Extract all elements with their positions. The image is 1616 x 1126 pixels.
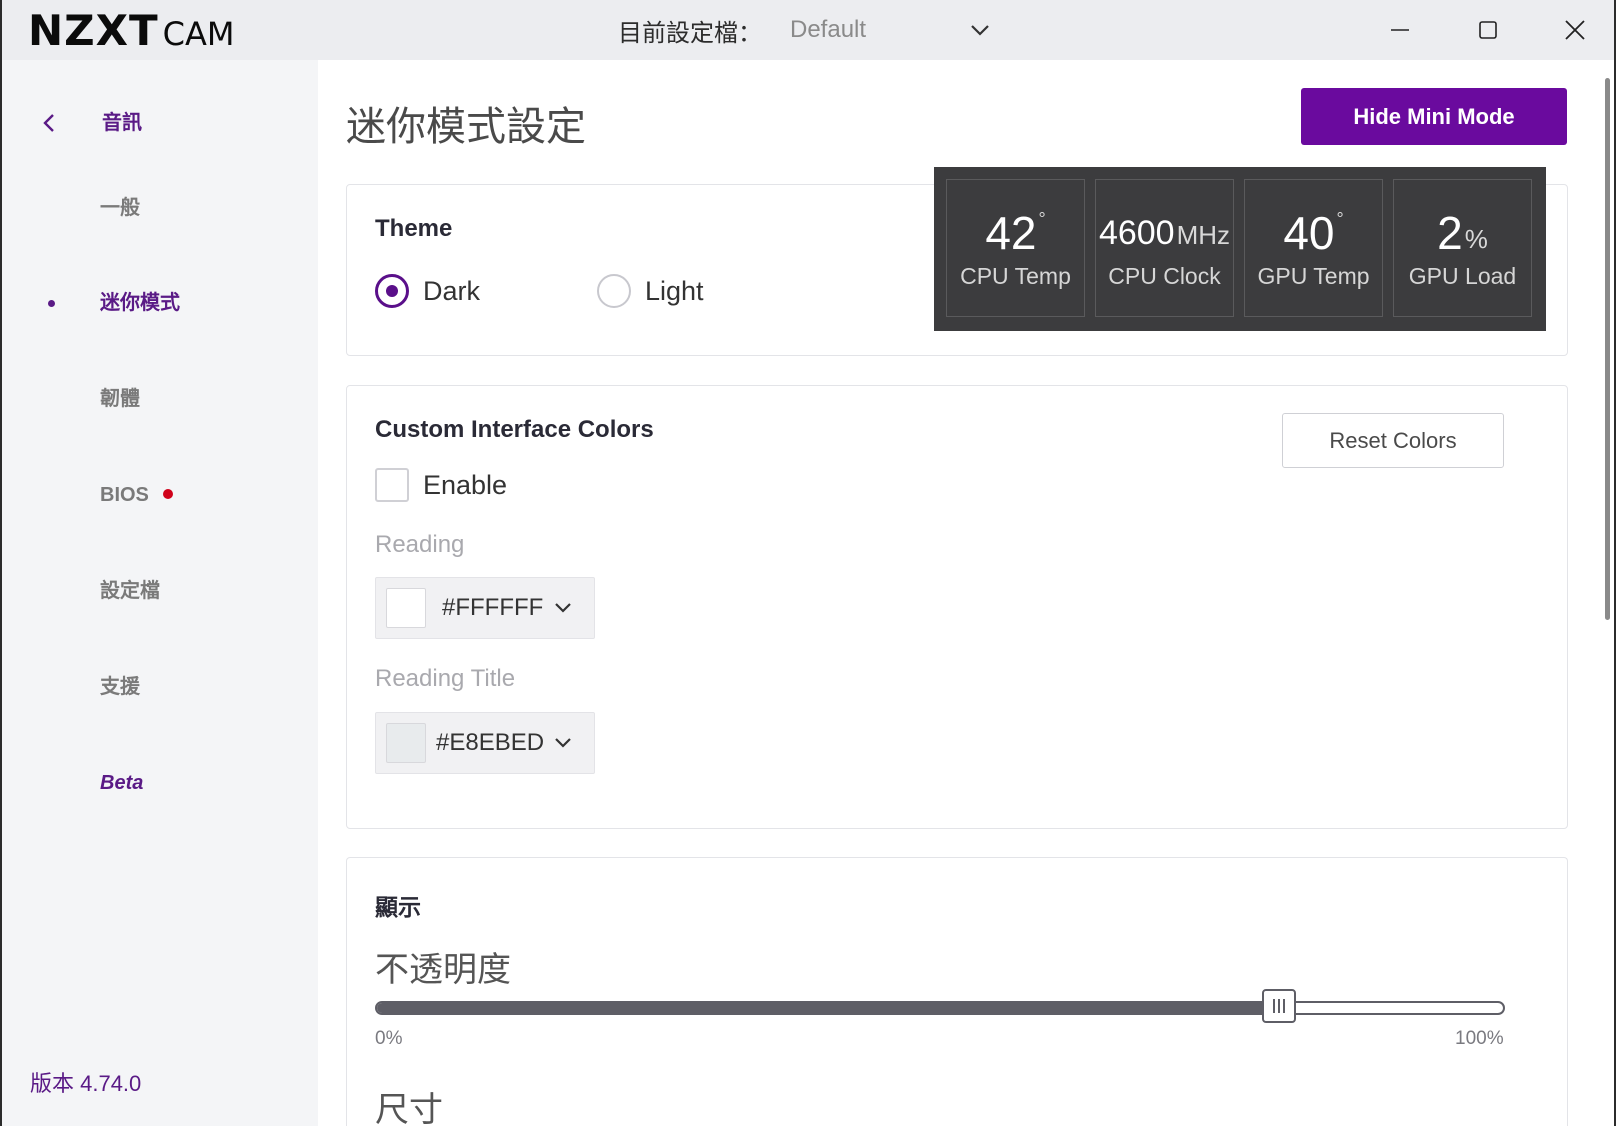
sidebar: 音訊 一般 迷你模式 韌體 BIOS 設定檔 支援 Beta 版本 4.74.0 [2, 60, 318, 1126]
reset-colors-button[interactable]: Reset Colors [1282, 413, 1504, 468]
chevron-down-icon [555, 603, 571, 613]
app-window: NZXT CAM 目前設定檔： Default 音訊 一般 迷你模式 韌體 BI… [0, 0, 1616, 1126]
theme-dark-radio[interactable]: Dark [375, 274, 480, 308]
color-swatch [386, 723, 426, 763]
sidebar-item-label: 一般 [100, 197, 140, 219]
tile-label: CPU Temp [960, 262, 1071, 289]
theme-light-radio[interactable]: Light [597, 274, 704, 308]
sidebar-item-beta[interactable]: Beta [100, 768, 143, 798]
enable-checkbox-row[interactable]: Enable [375, 468, 507, 502]
radio-unselected [597, 274, 631, 308]
tile-value: 40 [1283, 206, 1335, 259]
profile-label: 目前設定檔： [618, 19, 762, 47]
enable-label: Enable [423, 469, 508, 500]
tile-label: CPU Clock [1108, 262, 1221, 289]
tile-unit: % [1464, 223, 1488, 254]
sidebar-item-label: 支援 [100, 676, 140, 698]
back-button[interactable]: 音訊 [42, 108, 142, 138]
title-bar: NZXT CAM 目前設定檔： Default [2, 0, 1614, 60]
hide-mini-mode-button[interactable]: Hide Mini Mode [1301, 88, 1567, 145]
reading-label: Reading [375, 531, 465, 558]
gpu-temp-tile: 40 ° GPU Temp [1244, 179, 1383, 317]
cpu-clock-tile: 4600 MHz CPU Clock [1095, 179, 1234, 317]
sidebar-item-bios[interactable]: BIOS [100, 480, 173, 510]
profile-value: Default [790, 16, 867, 43]
opacity-min-label: 0% [375, 1028, 403, 1049]
color-swatch [386, 588, 426, 628]
close-icon [1565, 20, 1585, 40]
scrollbar-thumb[interactable] [1605, 78, 1610, 620]
color-hex-value: #FFFFFF [442, 594, 544, 621]
minimize-button[interactable] [1380, 10, 1420, 50]
active-indicator [48, 300, 55, 307]
tile-value: 2 [1437, 206, 1463, 259]
theme-light-label: Light [645, 275, 704, 306]
notification-badge [162, 489, 173, 499]
close-button[interactable] [1555, 10, 1595, 50]
reading-title-label: Reading Title [375, 665, 516, 692]
maximize-icon [1479, 21, 1497, 39]
theme-dark-label: Dark [423, 275, 481, 306]
sidebar-item-firmware[interactable]: 韌體 [100, 384, 140, 414]
sidebar-item-mini-mode[interactable]: 迷你模式 [100, 288, 180, 318]
tile-unit: ° [1336, 208, 1344, 229]
sidebar-item-label: BIOS [100, 484, 149, 506]
enable-checkbox[interactable] [375, 468, 409, 502]
tile-unit: ° [1038, 208, 1046, 229]
opacity-slider-track[interactable] [375, 1001, 1505, 1015]
tile-value: 4600 [1098, 213, 1175, 252]
size-label: 尺寸 [375, 1091, 443, 1126]
sidebar-item-general[interactable]: 一般 [100, 193, 140, 223]
sidebar-item-label: 設定檔 [100, 580, 160, 602]
color-hex-value: #E8EBED [436, 729, 545, 756]
custom-colors-heading: Custom Interface Colors [375, 416, 654, 443]
radio-selected [375, 274, 409, 308]
reading-title-color-select[interactable]: #E8EBED [375, 712, 595, 774]
back-label: 音訊 [102, 112, 142, 134]
profile-selector: 目前設定檔： Default [618, 12, 990, 48]
opacity-label: 不透明度 [375, 951, 511, 989]
main-content: 迷你模式設定 Hide Mini Mode Theme Dark Light 4… [318, 60, 1602, 1126]
theme-heading: Theme [375, 215, 453, 242]
logo-sub-text: CAM [162, 15, 235, 53]
version-label: 版本 4.74.0 [30, 1071, 142, 1096]
tile-value: 42 [985, 206, 1037, 259]
page-title: 迷你模式設定 [346, 105, 586, 149]
display-heading: 顯示 [375, 894, 421, 920]
maximize-button[interactable] [1468, 10, 1508, 50]
chevron-down-icon [555, 738, 571, 748]
sidebar-item-support[interactable]: 支援 [100, 672, 140, 702]
gpu-load-tile: 2% GPU Load [1393, 179, 1532, 317]
opacity-slider-fill [377, 1003, 1278, 1013]
chevron-down-icon [970, 24, 990, 36]
sidebar-item-label: 迷你模式 [100, 292, 180, 314]
custom-colors-card: Custom Interface Colors Reset Colors Ena… [346, 385, 1568, 829]
profile-dropdown[interactable]: Default [790, 16, 990, 44]
nzxt-cam-logo: NZXT CAM [28, 6, 235, 55]
tile-label: GPU Temp [1257, 262, 1370, 289]
opacity-slider-thumb[interactable] [1262, 989, 1296, 1023]
cpu-temp-tile: 42 ° CPU Temp [946, 179, 1085, 317]
display-card: 顯示 不透明度 0% 100% 尺寸 [346, 857, 1568, 1126]
logo-main-text: NZXT [28, 6, 159, 55]
reading-color-select[interactable]: #FFFFFF [375, 577, 595, 639]
tile-unit: MHz [1176, 219, 1231, 250]
sidebar-item-profiles[interactable]: 設定檔 [100, 576, 160, 606]
sidebar-item-label: 韌體 [100, 388, 140, 410]
chevron-left-icon [43, 114, 54, 132]
tile-label: GPU Load [1408, 262, 1517, 289]
mini-mode-preview: 42 ° CPU Temp 4600 MHz CPU Clock 40 ° GPU T… [934, 167, 1546, 331]
minimize-icon [1391, 29, 1409, 31]
sidebar-item-label: Beta [100, 772, 144, 794]
opacity-max-label: 100% [1455, 1028, 1504, 1049]
